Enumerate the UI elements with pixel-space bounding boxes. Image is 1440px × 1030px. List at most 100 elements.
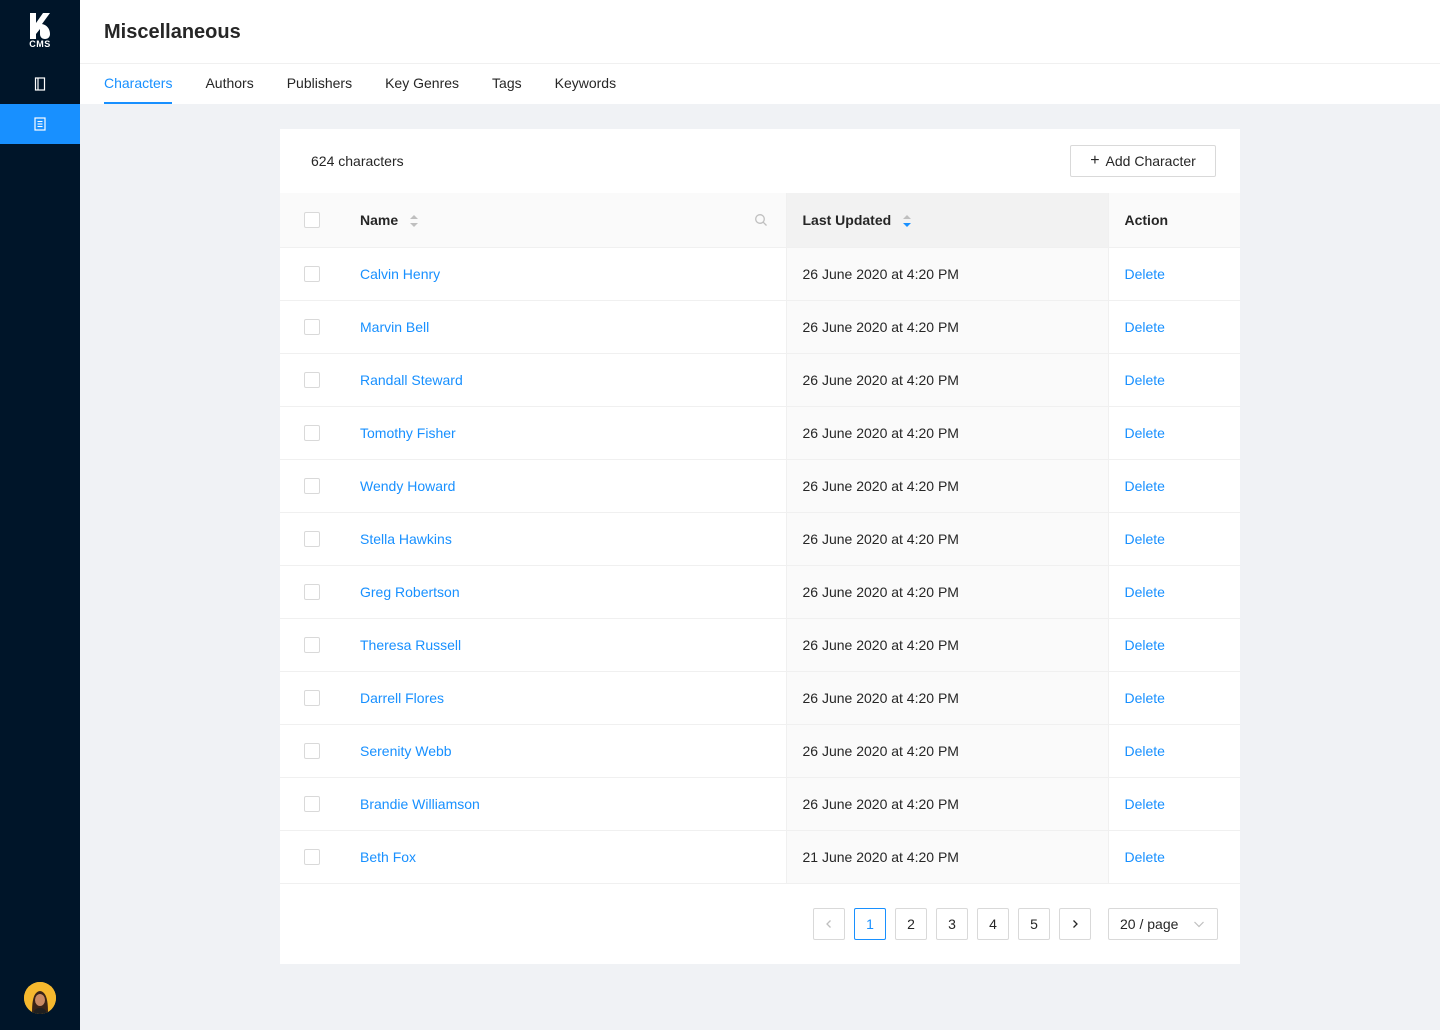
row-select-cell	[280, 671, 344, 725]
tab-authors[interactable]: Authors	[205, 64, 253, 104]
last-updated-column-header[interactable]: Last Updated	[785, 193, 1108, 248]
character-name-link[interactable]: Beth Fox	[360, 849, 416, 865]
tab-tags[interactable]: Tags	[492, 64, 522, 104]
table-row: Theresa Russell 26 June 2020 at 4:20 PM De…	[280, 618, 1240, 672]
row-checkbox[interactable]	[304, 478, 320, 495]
delete-link[interactable]: Delete	[1125, 319, 1165, 335]
last-updated-cell: 26 June 2020 at 4:20 PM	[785, 300, 1108, 354]
action-cell: Delete	[1107, 830, 1240, 884]
action-cell: Delete	[1107, 247, 1240, 301]
delete-link[interactable]: Delete	[1125, 690, 1165, 706]
character-name-link[interactable]: Stella Hawkins	[360, 531, 452, 547]
row-checkbox[interactable]	[304, 690, 320, 707]
character-name-link[interactable]: Wendy Howard	[360, 478, 455, 494]
row-checkbox[interactable]	[304, 266, 320, 283]
page-size-value: 20 / page	[1120, 916, 1179, 932]
delete-link[interactable]: Delete	[1125, 637, 1165, 653]
delete-link[interactable]: Delete	[1125, 372, 1165, 388]
tab-bar: Characters Authors Publishers Key Genres…	[104, 64, 649, 104]
name-cell: Theresa Russell	[344, 618, 786, 672]
tab-publishers[interactable]: Publishers	[287, 64, 352, 104]
row-select-cell	[280, 300, 344, 354]
action-cell: Delete	[1107, 671, 1240, 725]
select-all-checkbox[interactable]	[304, 212, 320, 229]
row-select-cell	[280, 618, 344, 672]
name-cell: Beth Fox	[344, 830, 786, 884]
delete-link[interactable]: Delete	[1125, 796, 1165, 812]
table-row: Randall Steward 26 June 2020 at 4:20 PM De…	[280, 353, 1240, 407]
action-cell: Delete	[1107, 565, 1240, 619]
last-updated-cell: 26 June 2020 at 4:20 PM	[785, 353, 1108, 407]
character-name-link[interactable]: Greg Robertson	[360, 584, 460, 600]
action-cell: Delete	[1107, 777, 1240, 831]
page-2-button[interactable]: 2	[895, 908, 927, 940]
table-row: Darrell Flores 26 June 2020 at 4:20 PM Del…	[280, 671, 1240, 725]
add-character-button[interactable]: + Add Character	[1070, 145, 1216, 177]
row-checkbox[interactable]	[304, 849, 320, 866]
name-cell: Tomothy Fisher	[344, 406, 786, 460]
page-5-button[interactable]: 5	[1018, 908, 1050, 940]
row-select-cell	[280, 247, 344, 301]
character-name-link[interactable]: Theresa Russell	[360, 637, 461, 653]
delete-link[interactable]: Delete	[1125, 849, 1165, 865]
row-checkbox[interactable]	[304, 637, 320, 654]
row-checkbox[interactable]	[304, 372, 320, 389]
tab-keywords[interactable]: Keywords	[555, 64, 616, 104]
delete-link[interactable]: Delete	[1125, 425, 1165, 441]
delete-link[interactable]: Delete	[1125, 266, 1165, 282]
character-name-link[interactable]: Brandie Williamson	[360, 796, 480, 812]
character-name-link[interactable]: Randall Steward	[360, 372, 463, 388]
row-select-cell	[280, 353, 344, 407]
character-name-link[interactable]: Darrell Flores	[360, 690, 444, 706]
row-checkbox[interactable]	[304, 743, 320, 760]
action-cell: Delete	[1107, 406, 1240, 460]
name-cell: Brandie Williamson	[344, 777, 786, 831]
character-name-link[interactable]: Marvin Bell	[360, 319, 429, 335]
table-row: Greg Robertson 26 June 2020 at 4:20 PM Del…	[280, 565, 1240, 619]
name-cell: Wendy Howard	[344, 459, 786, 513]
page-size-select[interactable]: 20 / page	[1108, 908, 1218, 940]
page-3-button[interactable]: 3	[936, 908, 968, 940]
sort-icon[interactable]	[410, 215, 419, 228]
name-cell: Greg Robertson	[344, 565, 786, 619]
book-icon	[34, 77, 46, 91]
row-checkbox[interactable]	[304, 425, 320, 442]
delete-link[interactable]: Delete	[1125, 584, 1165, 600]
search-icon[interactable]	[754, 213, 768, 227]
character-name-link[interactable]: Tomothy Fisher	[360, 425, 456, 441]
page-4-button[interactable]: 4	[977, 908, 1009, 940]
last-updated-cell: 26 June 2020 at 4:20 PM	[785, 724, 1108, 778]
name-column-header[interactable]: Name	[344, 193, 786, 248]
add-character-label: Add Character	[1105, 153, 1196, 169]
page-1-button[interactable]: 1	[854, 908, 886, 940]
name-cell: Marvin Bell	[344, 300, 786, 354]
row-select-cell	[280, 830, 344, 884]
sidebar-item-books[interactable]	[0, 64, 80, 104]
app-logo[interactable]: CMS	[24, 13, 56, 49]
chevron-right-icon	[1073, 920, 1078, 928]
action-cell: Delete	[1107, 724, 1240, 778]
row-checkbox[interactable]	[304, 584, 320, 601]
page-header: Miscellaneous Characters Authors Publish…	[80, 0, 1440, 104]
delete-link[interactable]: Delete	[1125, 531, 1165, 547]
next-page-button[interactable]	[1059, 908, 1091, 940]
table-row: Tomothy Fisher 26 June 2020 at 4:20 PM Del…	[280, 406, 1240, 460]
row-checkbox[interactable]	[304, 319, 320, 336]
table-row: Beth Fox 21 June 2020 at 4:20 PM Delete	[280, 830, 1240, 884]
delete-link[interactable]: Delete	[1125, 478, 1165, 494]
sort-descending-icon[interactable]	[903, 215, 912, 228]
previous-page-button[interactable]	[813, 908, 845, 940]
user-avatar[interactable]	[24, 982, 56, 1014]
table-row: Calvin Henry 26 June 2020 at 4:20 PM Delet…	[280, 247, 1240, 301]
sidebar-item-miscellaneous[interactable]	[0, 104, 80, 144]
table-row: Brandie Williamson 26 June 2020 at 4:20 P…	[280, 777, 1240, 831]
character-name-link[interactable]: Serenity Webb	[360, 743, 452, 759]
row-checkbox[interactable]	[304, 531, 320, 548]
character-name-link[interactable]: Calvin Henry	[360, 266, 440, 282]
avatar-icon	[24, 982, 56, 1014]
row-select-cell	[280, 565, 344, 619]
tab-key-genres[interactable]: Key Genres	[385, 64, 459, 104]
delete-link[interactable]: Delete	[1125, 743, 1165, 759]
tab-characters[interactable]: Characters	[104, 64, 173, 104]
row-checkbox[interactable]	[304, 796, 320, 813]
